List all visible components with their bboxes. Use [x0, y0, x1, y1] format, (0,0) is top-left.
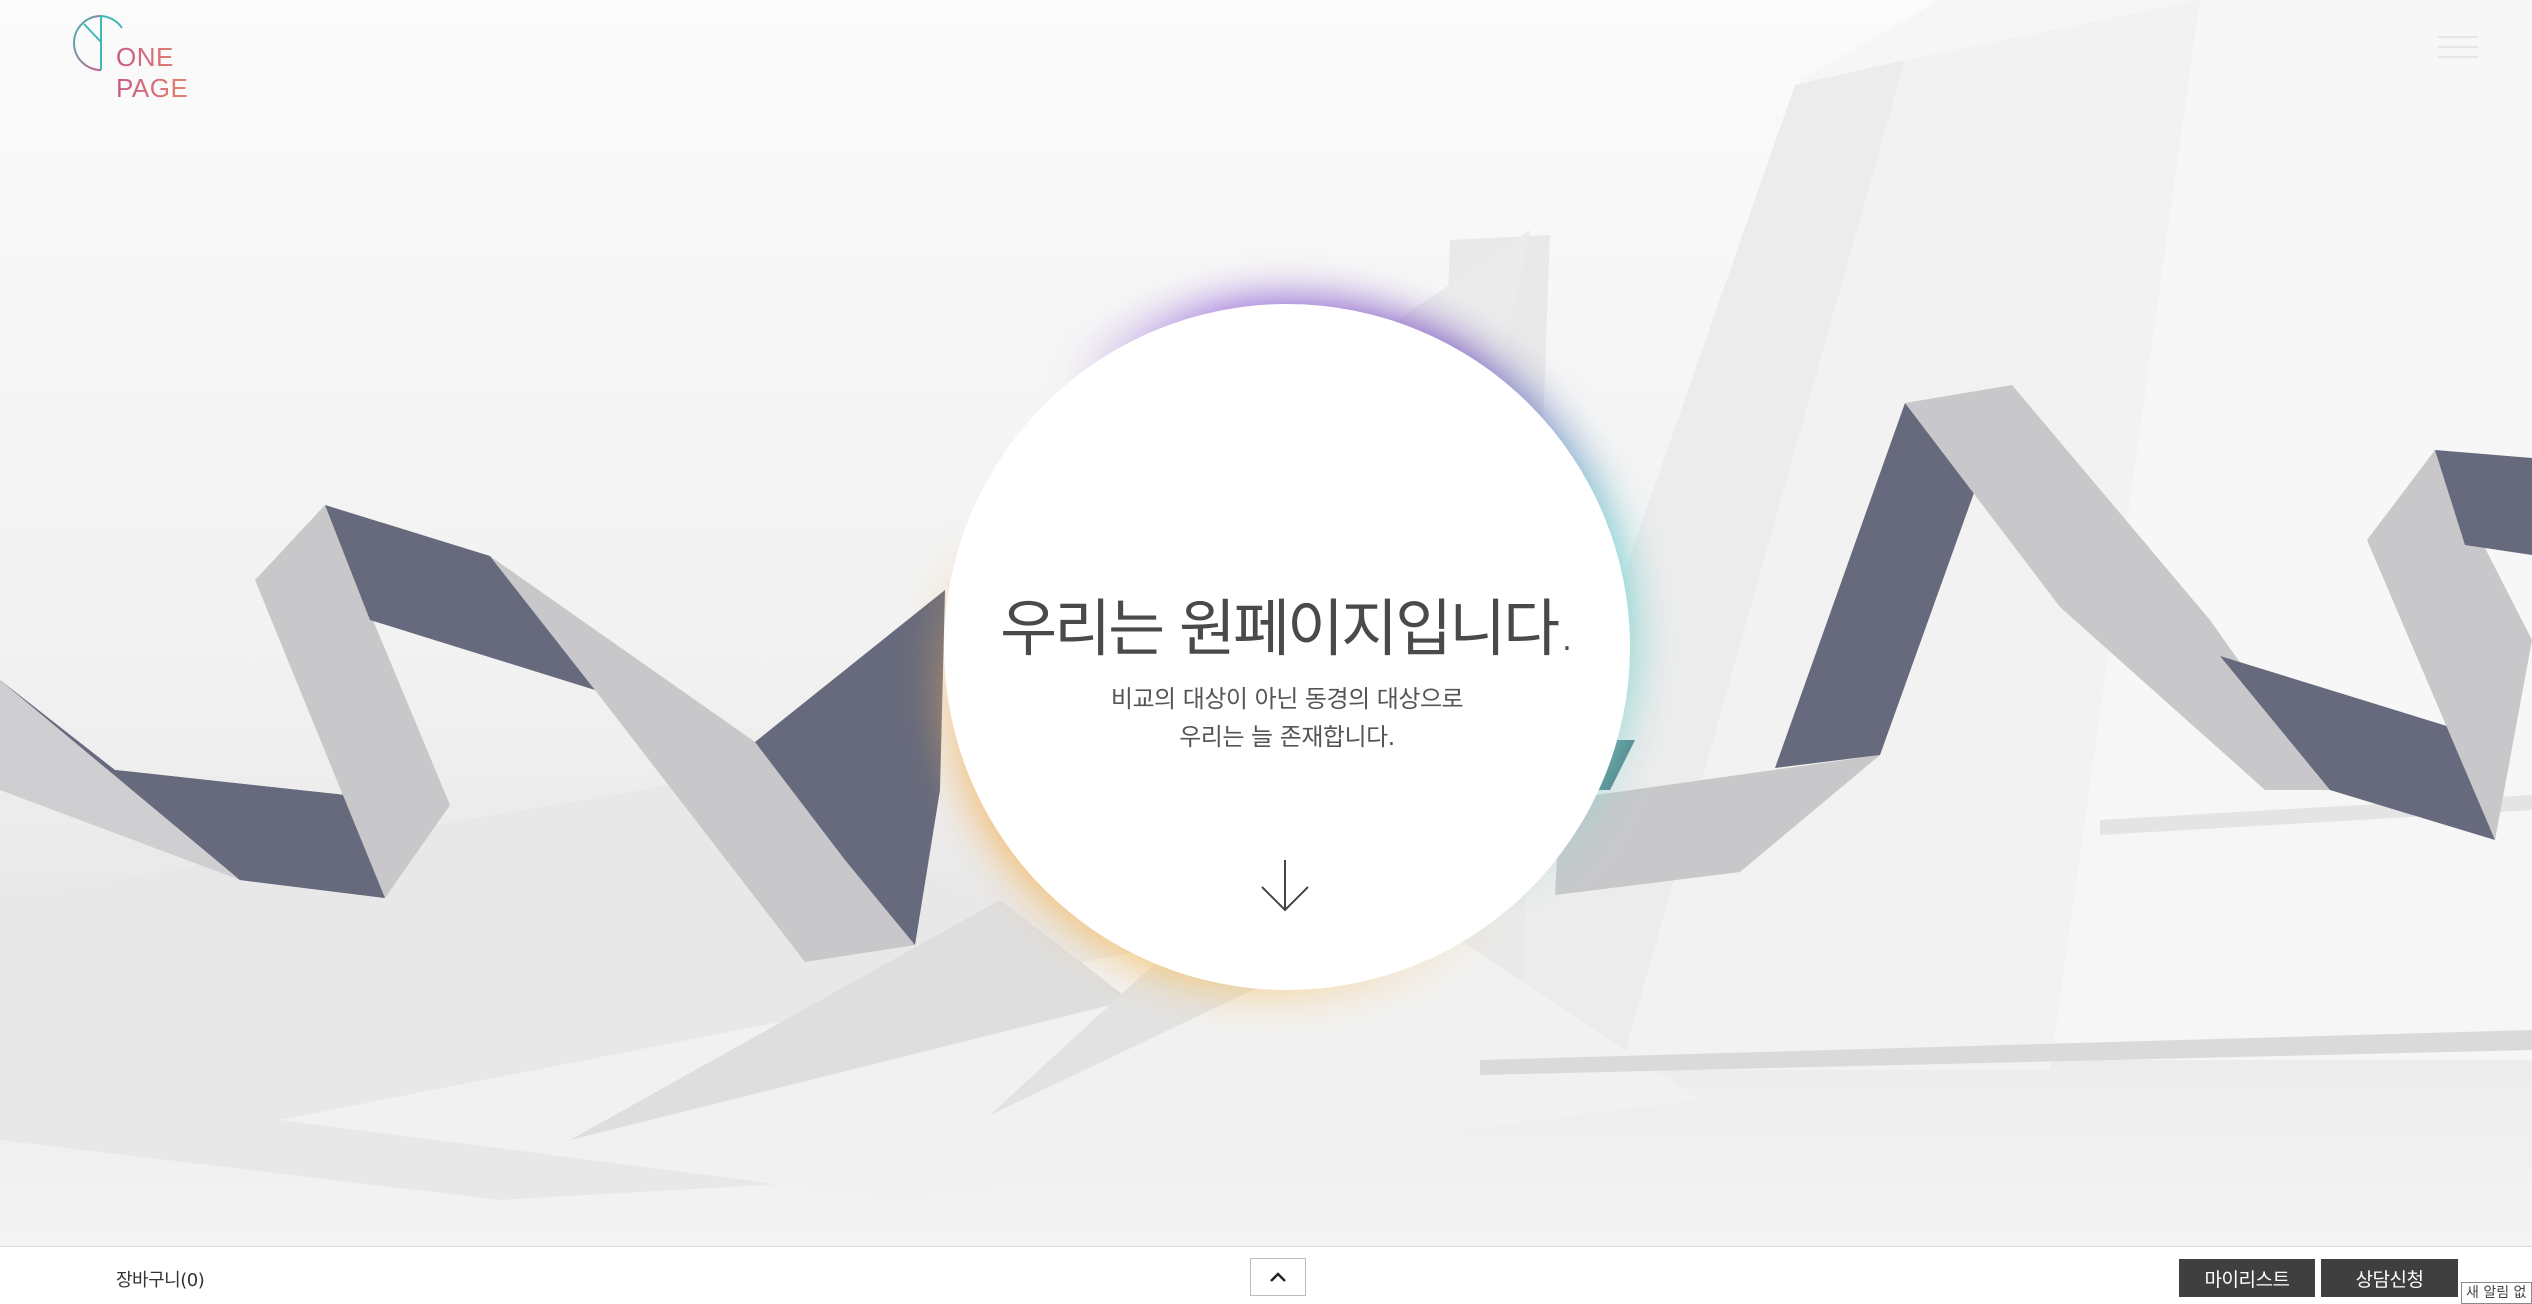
scroll-down-button[interactable] [1260, 858, 1310, 914]
menu-button[interactable] [2438, 36, 2478, 66]
cart-link[interactable]: 장바구니(0) [116, 1266, 205, 1292]
hero-subline-1: 비교의 대상이 아닌 동경의 대상으로 [1110, 685, 1464, 713]
arrow-down-icon [1261, 860, 1309, 912]
logo-text: ONE PAGE [116, 42, 250, 104]
logo[interactable]: ONE PAGE [70, 12, 250, 103]
consult-button[interactable]: 상담신청 [2321, 1259, 2458, 1297]
hamburger-icon [2438, 36, 2478, 38]
scroll-top-button[interactable] [1250, 1258, 1306, 1296]
chevron-up-icon [1270, 1272, 1286, 1282]
hero-headline: 우리는 원페이지입니다. [1000, 592, 1577, 665]
hero-subline: 비교의 대상이 아닌 동경의 대상으로 우리는 늘 존재합니다. [944, 680, 1630, 756]
notification-box[interactable]: 새 알림 없 [2461, 1282, 2532, 1304]
hero-subline-2: 우리는 늘 존재합니다. [1179, 723, 1395, 751]
mylist-button[interactable]: 마이리스트 [2179, 1259, 2315, 1297]
